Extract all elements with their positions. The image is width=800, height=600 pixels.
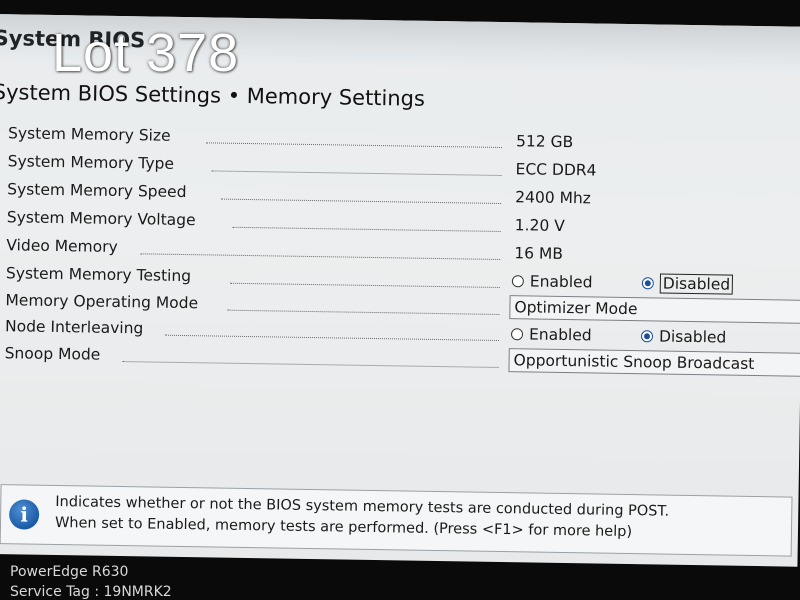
radio-unselected-icon bbox=[511, 274, 524, 287]
lot-watermark: Lot 378 bbox=[52, 23, 240, 83]
service-tag: Service Tag : 19NMRK2 bbox=[10, 584, 172, 600]
setting-value: 512 GB bbox=[515, 132, 574, 152]
info-icon: i bbox=[8, 499, 40, 530]
setting-label: Node Interleaving bbox=[4, 317, 144, 338]
radio-label: Enabled bbox=[528, 325, 592, 345]
help-panel: i Indicates whether or not the BIOS syst… bbox=[0, 484, 793, 557]
footer: PowerEdge R630 Service Tag : 19NMRK2 bbox=[10, 562, 172, 600]
memory-testing-disabled-radio[interactable]: Disabled bbox=[641, 273, 734, 297]
radio-selected-icon bbox=[640, 329, 654, 342]
leader-dots bbox=[140, 253, 501, 260]
setting-label: System Memory Size bbox=[7, 124, 171, 145]
model-name: PowerEdge R630 bbox=[10, 564, 129, 580]
setting-value: 2400 Mhz bbox=[515, 188, 592, 208]
memory-operating-mode-select[interactable]: Optimizer Mode bbox=[509, 295, 800, 324]
radio-label: Disabled bbox=[658, 327, 727, 347]
leader-dots bbox=[205, 142, 502, 148]
node-interleaving-enabled-radio[interactable]: Enabled bbox=[510, 325, 592, 348]
setting-value: 16 MB bbox=[514, 244, 564, 263]
bios-panel: System BIOS System BIOS Settings • Memor… bbox=[0, 14, 800, 567]
setting-label: Snoop Mode bbox=[4, 344, 101, 364]
setting-label: System Memory Speed bbox=[7, 180, 187, 202]
radio-label: Enabled bbox=[529, 272, 593, 292]
radio-label: Disabled bbox=[659, 273, 734, 295]
memory-testing-enabled-radio[interactable]: Enabled bbox=[511, 272, 593, 295]
setting-label: System Memory Testing bbox=[5, 264, 192, 286]
leader-dots bbox=[164, 334, 499, 341]
setting-value: 1.20 V bbox=[514, 216, 565, 235]
radio-unselected-icon bbox=[510, 327, 524, 340]
bios-screen: System BIOS System BIOS Settings • Memor… bbox=[0, 0, 800, 600]
help-text-line-2: When set to Enabled, memory tests are pe… bbox=[54, 515, 633, 541]
leader-dots bbox=[221, 198, 502, 204]
leader-dots bbox=[122, 361, 499, 368]
setting-label: System Memory Voltage bbox=[6, 208, 196, 230]
snoop-mode-select[interactable]: Opportunistic Snoop Broadcast bbox=[508, 348, 800, 377]
setting-row-snoop-mode: Snoop Mode Opportunistic Snoop Broadcast bbox=[4, 344, 800, 383]
page-heading: System BIOS Settings • Memory Settings bbox=[0, 79, 426, 111]
leader-dots bbox=[232, 226, 501, 232]
setting-label: Memory Operating Mode bbox=[5, 291, 199, 313]
leader-dots bbox=[211, 170, 502, 176]
setting-label: System Memory Type bbox=[7, 152, 175, 173]
leader-dots bbox=[227, 309, 500, 315]
node-interleaving-disabled-radio[interactable]: Disabled bbox=[640, 327, 727, 350]
setting-label: Video Memory bbox=[6, 236, 118, 256]
leader-dots bbox=[229, 282, 500, 288]
setting-value: ECC DDR4 bbox=[515, 160, 597, 180]
radio-selected-icon bbox=[641, 276, 654, 289]
